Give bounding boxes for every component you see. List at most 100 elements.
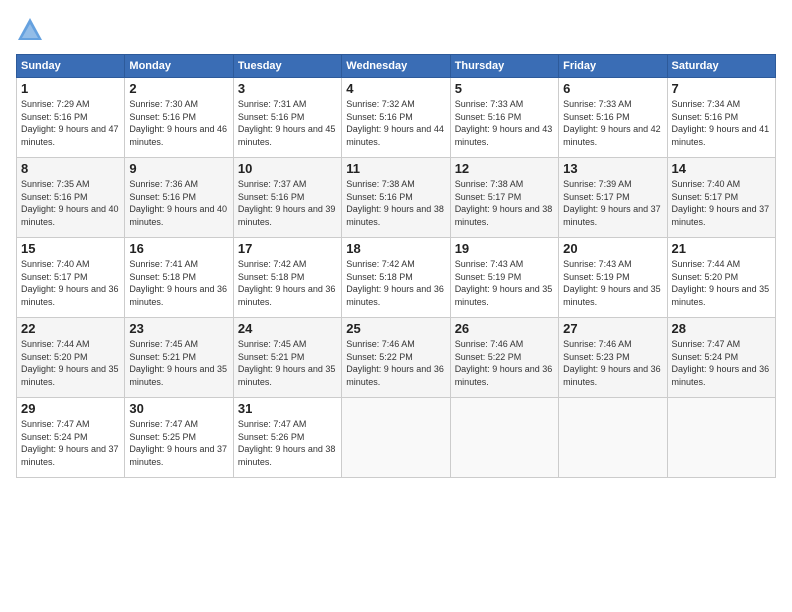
day-info: Sunrise: 7:31 AMSunset: 5:16 PMDaylight:…: [238, 99, 336, 147]
day-number: 1: [21, 81, 120, 96]
day-info: Sunrise: 7:42 AMSunset: 5:18 PMDaylight:…: [346, 259, 444, 307]
day-number: 14: [672, 161, 771, 176]
calendar-table: SundayMondayTuesdayWednesdayThursdayFrid…: [16, 54, 776, 478]
day-number: 4: [346, 81, 445, 96]
day-info: Sunrise: 7:40 AMSunset: 5:17 PMDaylight:…: [21, 259, 119, 307]
day-cell: 28 Sunrise: 7:47 AMSunset: 5:24 PMDayligh…: [667, 318, 775, 398]
day-info: Sunrise: 7:47 AMSunset: 5:25 PMDaylight:…: [129, 419, 227, 467]
day-number: 12: [455, 161, 554, 176]
day-info: Sunrise: 7:35 AMSunset: 5:16 PMDaylight:…: [21, 179, 119, 227]
day-number: 26: [455, 321, 554, 336]
day-cell: [559, 398, 667, 478]
day-info: Sunrise: 7:47 AMSunset: 5:26 PMDaylight:…: [238, 419, 336, 467]
day-cell: 4 Sunrise: 7:32 AMSunset: 5:16 PMDaylight…: [342, 78, 450, 158]
week-row-2: 8 Sunrise: 7:35 AMSunset: 5:16 PMDaylight…: [17, 158, 776, 238]
day-cell: 18 Sunrise: 7:42 AMSunset: 5:18 PMDayligh…: [342, 238, 450, 318]
day-info: Sunrise: 7:45 AMSunset: 5:21 PMDaylight:…: [129, 339, 227, 387]
header-day-wednesday: Wednesday: [342, 55, 450, 78]
day-info: Sunrise: 7:34 AMSunset: 5:16 PMDaylight:…: [672, 99, 770, 147]
day-cell: 30 Sunrise: 7:47 AMSunset: 5:25 PMDayligh…: [125, 398, 233, 478]
day-info: Sunrise: 7:47 AMSunset: 5:24 PMDaylight:…: [672, 339, 770, 387]
day-cell: 23 Sunrise: 7:45 AMSunset: 5:21 PMDayligh…: [125, 318, 233, 398]
day-number: 9: [129, 161, 228, 176]
header-day-tuesday: Tuesday: [233, 55, 341, 78]
week-row-1: 1 Sunrise: 7:29 AMSunset: 5:16 PMDaylight…: [17, 78, 776, 158]
day-number: 5: [455, 81, 554, 96]
header-day-sunday: Sunday: [17, 55, 125, 78]
day-cell: 12 Sunrise: 7:38 AMSunset: 5:17 PMDayligh…: [450, 158, 558, 238]
day-cell: 29 Sunrise: 7:47 AMSunset: 5:24 PMDayligh…: [17, 398, 125, 478]
day-cell: 25 Sunrise: 7:46 AMSunset: 5:22 PMDayligh…: [342, 318, 450, 398]
day-number: 30: [129, 401, 228, 416]
day-cell: 22 Sunrise: 7:44 AMSunset: 5:20 PMDayligh…: [17, 318, 125, 398]
day-cell: 5Sunrise: 7:33 AMSunset: 5:16 PMDaylight…: [450, 78, 558, 158]
day-number: 16: [129, 241, 228, 256]
day-number: 25: [346, 321, 445, 336]
day-number: 29: [21, 401, 120, 416]
header-day-thursday: Thursday: [450, 55, 558, 78]
day-cell: 27Sunrise: 7:46 AMSunset: 5:23 PMDayligh…: [559, 318, 667, 398]
day-number: 23: [129, 321, 228, 336]
day-number: 7: [672, 81, 771, 96]
day-cell: 11 Sunrise: 7:38 AMSunset: 5:16 PMDayligh…: [342, 158, 450, 238]
day-number: 21: [672, 241, 771, 256]
day-info: Sunrise: 7:46 AMSunset: 5:22 PMDaylight:…: [346, 339, 444, 387]
day-cell: 2Sunrise: 7:30 AMSunset: 5:16 PMDaylight…: [125, 78, 233, 158]
day-number: 11: [346, 161, 445, 176]
day-info: Sunrise: 7:30 AMSunset: 5:16 PMDaylight:…: [129, 99, 227, 147]
day-cell: 3 Sunrise: 7:31 AMSunset: 5:16 PMDaylight…: [233, 78, 341, 158]
day-info: Sunrise: 7:38 AMSunset: 5:17 PMDaylight:…: [455, 179, 553, 227]
day-cell: 19 Sunrise: 7:43 AMSunset: 5:19 PMDayligh…: [450, 238, 558, 318]
day-info: Sunrise: 7:38 AMSunset: 5:16 PMDaylight:…: [346, 179, 444, 227]
day-number: 22: [21, 321, 120, 336]
day-number: 3: [238, 81, 337, 96]
day-number: 24: [238, 321, 337, 336]
day-info: Sunrise: 7:40 AMSunset: 5:17 PMDaylight:…: [672, 179, 770, 227]
day-cell: 14 Sunrise: 7:40 AMSunset: 5:17 PMDayligh…: [667, 158, 775, 238]
day-number: 6: [563, 81, 662, 96]
day-number: 17: [238, 241, 337, 256]
week-row-5: 29 Sunrise: 7:47 AMSunset: 5:24 PMDayligh…: [17, 398, 776, 478]
day-cell: 20 Sunrise: 7:43 AMSunset: 5:19 PMDayligh…: [559, 238, 667, 318]
day-cell: 16 Sunrise: 7:41 AMSunset: 5:18 PMDayligh…: [125, 238, 233, 318]
day-cell: 21 Sunrise: 7:44 AMSunset: 5:20 PMDayligh…: [667, 238, 775, 318]
day-number: 20: [563, 241, 662, 256]
day-info: Sunrise: 7:44 AMSunset: 5:20 PMDaylight:…: [672, 259, 770, 307]
day-info: Sunrise: 7:41 AMSunset: 5:18 PMDaylight:…: [129, 259, 227, 307]
day-cell: [342, 398, 450, 478]
logo-icon: [16, 16, 44, 44]
day-info: Sunrise: 7:39 AMSunset: 5:17 PMDaylight:…: [563, 179, 661, 227]
day-cell: 6 Sunrise: 7:33 AMSunset: 5:16 PMDaylight…: [559, 78, 667, 158]
day-number: 15: [21, 241, 120, 256]
day-cell: 15 Sunrise: 7:40 AMSunset: 5:17 PMDayligh…: [17, 238, 125, 318]
week-row-4: 22 Sunrise: 7:44 AMSunset: 5:20 PMDayligh…: [17, 318, 776, 398]
day-info: Sunrise: 7:29 AMSunset: 5:16 PMDaylight:…: [21, 99, 119, 147]
calendar-page: SundayMondayTuesdayWednesdayThursdayFrid…: [0, 0, 792, 612]
header: [16, 16, 776, 44]
day-cell: 10Sunrise: 7:37 AMSunset: 5:16 PMDayligh…: [233, 158, 341, 238]
day-info: Sunrise: 7:44 AMSunset: 5:20 PMDaylight:…: [21, 339, 119, 387]
day-cell: 9 Sunrise: 7:36 AMSunset: 5:16 PMDaylight…: [125, 158, 233, 238]
day-info: Sunrise: 7:37 AMSunset: 5:16 PMDaylight:…: [238, 179, 336, 227]
logo: [16, 16, 48, 44]
header-day-friday: Friday: [559, 55, 667, 78]
day-info: Sunrise: 7:43 AMSunset: 5:19 PMDaylight:…: [455, 259, 553, 307]
day-info: Sunrise: 7:32 AMSunset: 5:16 PMDaylight:…: [346, 99, 444, 147]
day-info: Sunrise: 7:43 AMSunset: 5:19 PMDaylight:…: [563, 259, 661, 307]
day-info: Sunrise: 7:42 AMSunset: 5:18 PMDaylight:…: [238, 259, 336, 307]
day-cell: 24 Sunrise: 7:45 AMSunset: 5:21 PMDayligh…: [233, 318, 341, 398]
day-cell: [450, 398, 558, 478]
day-info: Sunrise: 7:45 AMSunset: 5:21 PMDaylight:…: [238, 339, 336, 387]
day-number: 13: [563, 161, 662, 176]
day-info: Sunrise: 7:33 AMSunset: 5:16 PMDaylight:…: [563, 99, 661, 147]
day-info: Sunrise: 7:47 AMSunset: 5:24 PMDaylight:…: [21, 419, 119, 467]
day-number: 8: [21, 161, 120, 176]
day-number: 19: [455, 241, 554, 256]
day-cell: [667, 398, 775, 478]
day-number: 27: [563, 321, 662, 336]
day-cell: 26Sunrise: 7:46 AMSunset: 5:22 PMDayligh…: [450, 318, 558, 398]
day-cell: 8 Sunrise: 7:35 AMSunset: 5:16 PMDaylight…: [17, 158, 125, 238]
day-info: Sunrise: 7:36 AMSunset: 5:16 PMDaylight:…: [129, 179, 227, 227]
day-number: 28: [672, 321, 771, 336]
day-number: 18: [346, 241, 445, 256]
